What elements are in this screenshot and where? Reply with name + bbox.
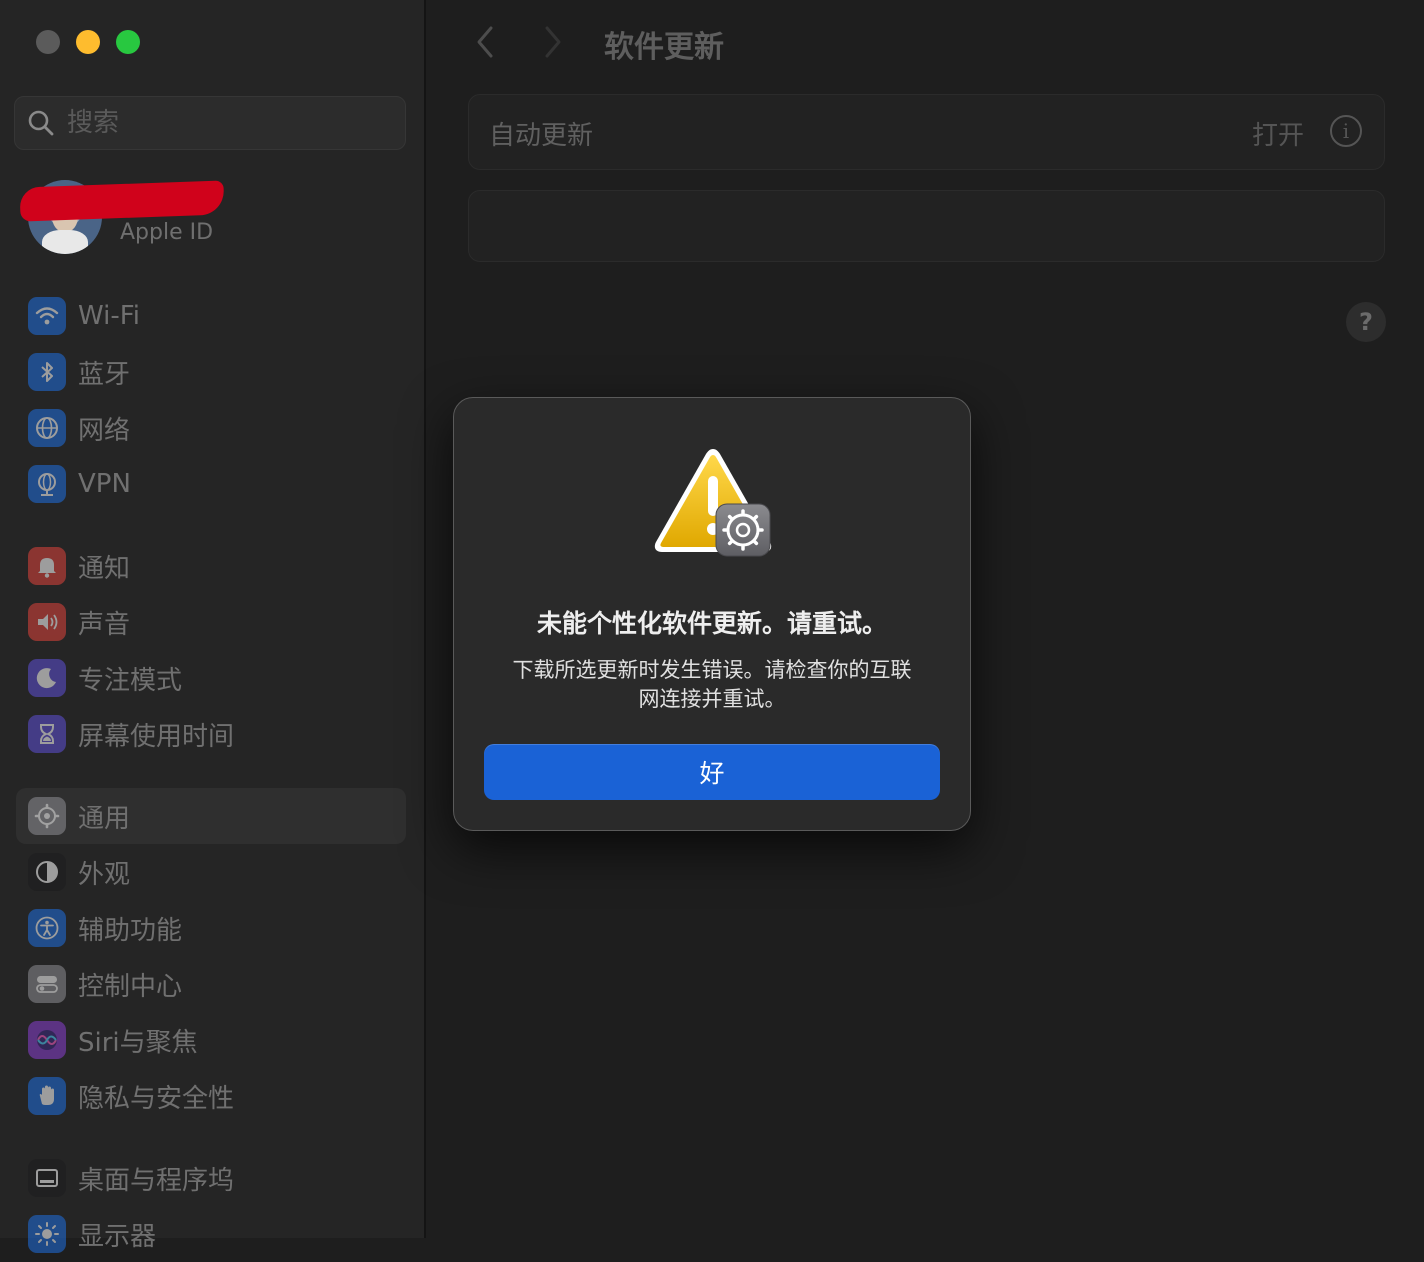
help-button[interactable]: ? bbox=[1346, 302, 1386, 342]
sidebar-item-label: 辅助功能 bbox=[78, 915, 183, 946]
sidebar-item[interactable]: 桌面与程序坞 bbox=[16, 1150, 406, 1206]
sidebar-item-label: 专注模式 bbox=[78, 665, 183, 696]
info-icon[interactable]: i bbox=[1330, 115, 1362, 147]
back-button[interactable] bbox=[468, 24, 502, 60]
sidebar-item[interactable]: 声音 bbox=[16, 594, 406, 650]
window-controls bbox=[36, 30, 140, 54]
sidebar-item[interactable]: Wi-Fi bbox=[16, 288, 406, 344]
sidebar-item[interactable]: 专注模式 bbox=[16, 650, 406, 706]
accessibility-icon bbox=[28, 909, 66, 947]
sidebar-item-label: 外观 bbox=[78, 859, 131, 890]
sidebar-item[interactable]: 显示器 bbox=[16, 1206, 406, 1262]
toggles-icon bbox=[28, 965, 66, 1003]
bell-icon bbox=[28, 547, 66, 585]
sidebar-item-label: Wi-Fi bbox=[78, 301, 141, 331]
sidebar-item[interactable]: VPN bbox=[16, 456, 406, 512]
wifi-icon bbox=[28, 297, 66, 335]
dock-icon bbox=[28, 1159, 66, 1197]
search-field[interactable] bbox=[14, 96, 406, 150]
sidebar-item-label: VPN bbox=[78, 469, 131, 499]
search-icon bbox=[28, 110, 54, 136]
globe-icon bbox=[28, 409, 66, 447]
sidebar: Apple ID Wi-Fi 蓝牙网络 VPN 通知声音专注模式屏幕使用时间通用外观辅… bbox=[0, 0, 426, 1253]
sidebar-item[interactable]: 控制中心 bbox=[16, 956, 406, 1012]
dialog-title: 未能个性化软件更新。请重试。 bbox=[536, 609, 887, 638]
auto-update-value: 打开 bbox=[1251, 121, 1304, 151]
sidebar-item-label: Siri与聚焦 bbox=[78, 1027, 198, 1058]
sidebar-item-label: 控制中心 bbox=[78, 971, 183, 1002]
toolbar: 软件更新 bbox=[428, 0, 1424, 84]
sidebar-group: 通用外观辅助功能控制中心 Siri与聚焦隐私与安全性 bbox=[16, 788, 406, 1124]
vpn-globe-icon bbox=[28, 465, 66, 503]
auto-update-row[interactable]: 自动更新 打开 i bbox=[468, 94, 1385, 170]
sidebar-item[interactable]: Siri与聚焦 bbox=[16, 1012, 406, 1068]
sidebar-item[interactable]: 蓝牙 bbox=[16, 344, 406, 400]
gear-icon bbox=[28, 797, 66, 835]
ok-button[interactable]: 好 bbox=[484, 744, 940, 800]
sidebar-item-label: 屏幕使用时间 bbox=[78, 721, 235, 752]
dialog-message: 下载所选更新时发生错误。请检查你的互联网连接并重试。 bbox=[512, 658, 912, 711]
sun-icon bbox=[28, 1215, 66, 1253]
redacted-name bbox=[19, 180, 225, 222]
apple-id-label: Apple ID bbox=[120, 220, 214, 245]
error-dialog: 未能个性化软件更新。请重试。 下载所选更新时发生错误。请检查你的互联网连接并重试… bbox=[453, 397, 971, 831]
chevron-right-icon bbox=[545, 26, 561, 58]
sidebar-item-label: 蓝牙 bbox=[78, 359, 131, 390]
sidebar-item-label: 声音 bbox=[78, 609, 131, 640]
auto-update-label: 自动更新 bbox=[489, 121, 594, 151]
sidebar-item-label: 隐私与安全性 bbox=[78, 1083, 235, 1114]
sidebar-item[interactable]: 屏幕使用时间 bbox=[16, 706, 406, 762]
speaker-icon bbox=[28, 603, 66, 641]
close-window-button[interactable] bbox=[36, 30, 60, 54]
minimize-window-button[interactable] bbox=[76, 30, 100, 54]
sidebar-item[interactable]: 辅助功能 bbox=[16, 900, 406, 956]
forward-button[interactable] bbox=[536, 24, 570, 60]
siri-icon bbox=[28, 1021, 66, 1059]
sidebar-item-label: 网络 bbox=[78, 415, 131, 446]
moon-icon bbox=[28, 659, 66, 697]
sidebar-item-label: 桌面与程序坞 bbox=[78, 1165, 235, 1196]
sidebar-item[interactable]: 外观 bbox=[16, 844, 406, 900]
zoom-window-button[interactable] bbox=[116, 30, 140, 54]
sidebar-group: Wi-Fi 蓝牙网络 VPN bbox=[16, 288, 406, 512]
warning-icon bbox=[654, 449, 772, 557]
sidebar-group: 通知声音专注模式屏幕使用时间 bbox=[16, 538, 406, 762]
sidebar-item-label: 通知 bbox=[78, 553, 131, 584]
chevron-left-icon bbox=[477, 26, 493, 58]
sidebar-item[interactable]: 通知 bbox=[16, 538, 406, 594]
apple-id-account[interactable]: Apple ID bbox=[19, 180, 408, 256]
sidebar-item-label: 通用 bbox=[78, 803, 131, 834]
update-status-card bbox=[468, 190, 1385, 262]
sidebar-item-label: 显示器 bbox=[78, 1221, 157, 1252]
hand-icon bbox=[28, 1077, 66, 1115]
appearance-icon bbox=[28, 853, 66, 891]
sidebar-item[interactable]: 通用 bbox=[16, 788, 406, 844]
page-title: 软件更新 bbox=[604, 30, 724, 65]
sidebar-item[interactable]: 网络 bbox=[16, 400, 406, 456]
sidebar-item[interactable]: 隐私与安全性 bbox=[16, 1068, 406, 1124]
sidebar-group: 桌面与程序坞 显示器 bbox=[16, 1150, 406, 1262]
hourglass-icon bbox=[28, 715, 66, 753]
bluetooth-icon bbox=[28, 353, 66, 391]
search-input[interactable] bbox=[65, 107, 405, 139]
